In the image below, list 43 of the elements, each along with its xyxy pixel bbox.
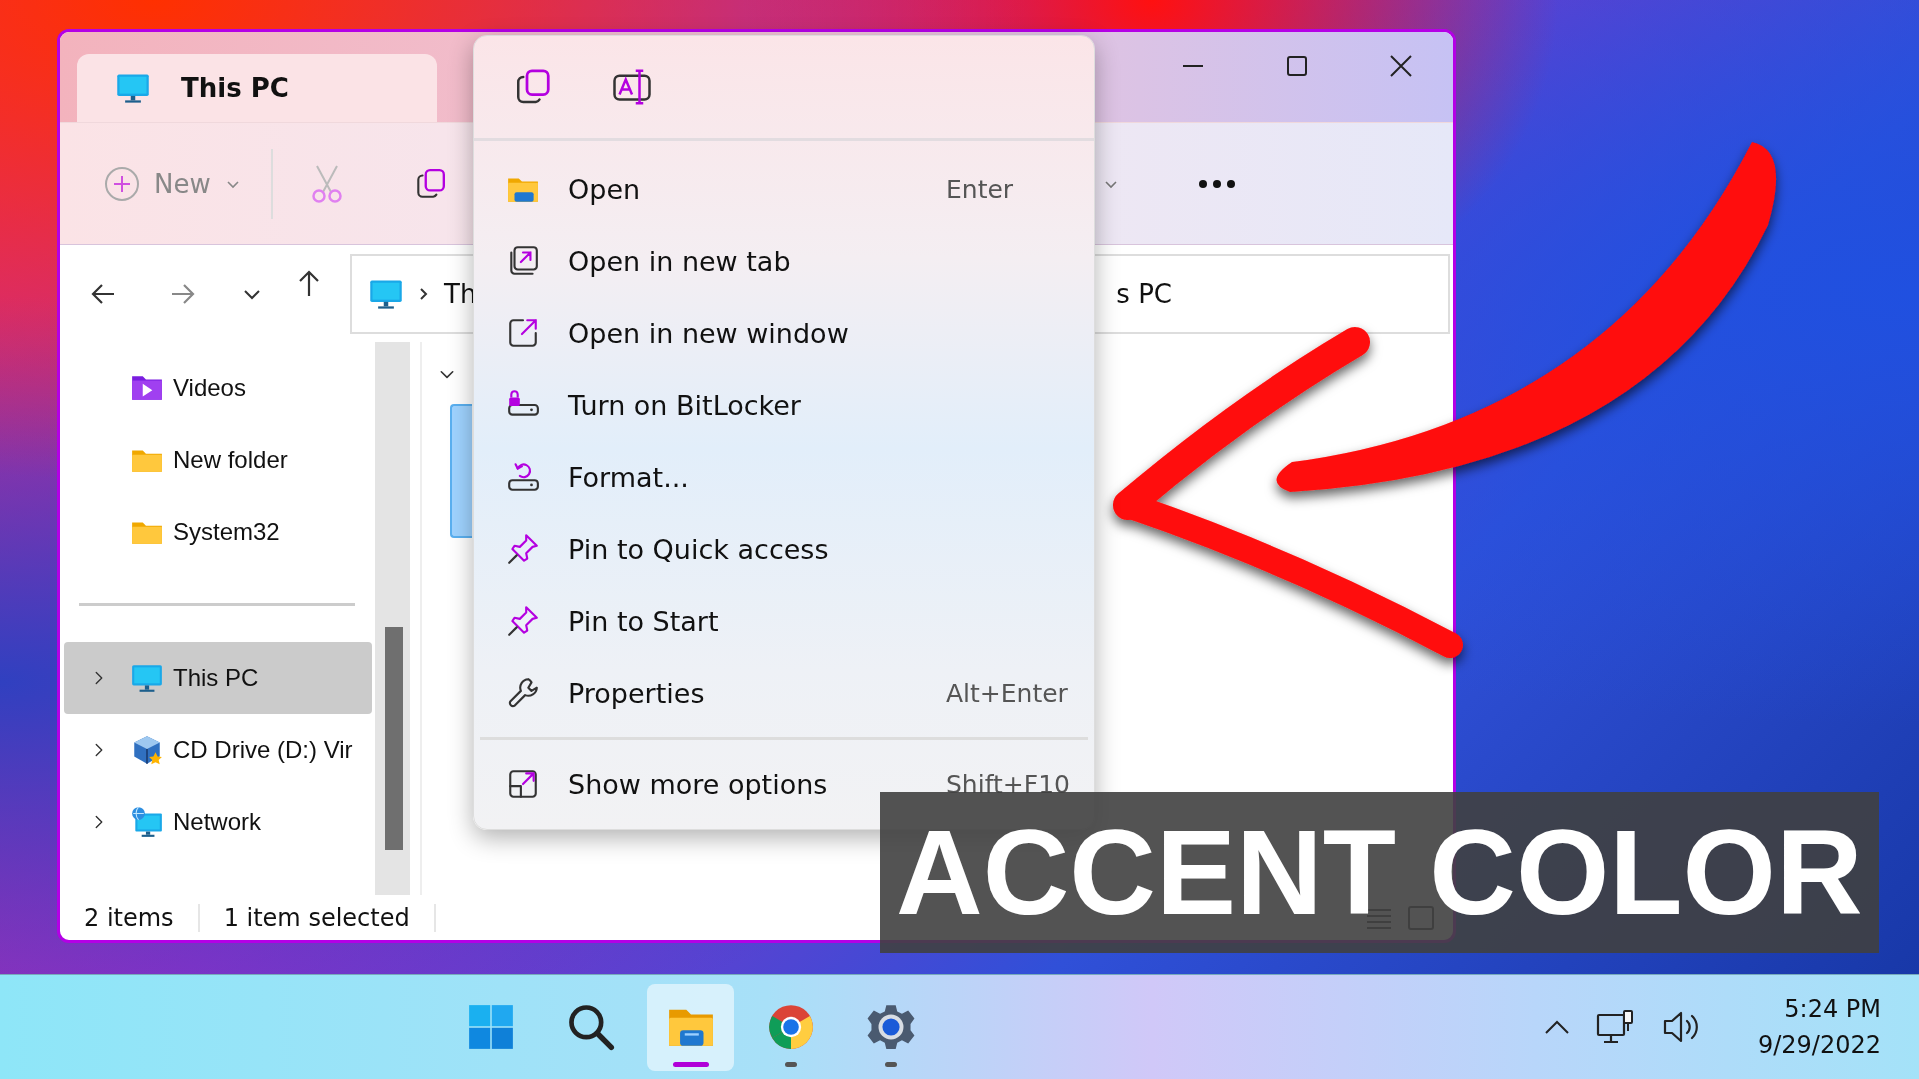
pin-icon <box>506 604 540 638</box>
chevron-icon <box>418 286 430 301</box>
clock-time[interactable]: 5:24 PM <box>1784 991 1881 1027</box>
sidebar-item[interactable]: Videos <box>64 352 372 424</box>
running-indicator <box>672 1061 709 1067</box>
menu-item[interactable]: Open Enter <box>474 153 1094 225</box>
sidebar-item[interactable]: New folder <box>64 424 372 496</box>
sidebar-item[interactable]: System32 <box>64 496 372 568</box>
shortcut-text: Alt+Enter <box>946 678 1068 708</box>
running-indicator <box>784 1061 797 1067</box>
sidebar-item[interactable]: This PC <box>64 642 372 714</box>
rename-icon <box>612 67 652 107</box>
chevron-up-icon[interactable] <box>1543 1019 1570 1035</box>
menu-item[interactable]: Open in new tab <box>474 225 1094 297</box>
menu-item[interactable]: Open in new window <box>474 297 1094 369</box>
menu-item[interactable]: Pin to Start <box>474 585 1094 657</box>
window-tab[interactable]: This PC <box>77 54 437 122</box>
wrench-icon <box>506 676 540 710</box>
breadcrumb-text: s PC <box>1116 278 1172 309</box>
pin-icon <box>506 532 540 566</box>
running-indicator <box>884 1061 897 1067</box>
plus-icon <box>104 165 140 202</box>
shortcut-text: Enter <box>946 174 1014 204</box>
expand-icon <box>506 767 540 801</box>
caption-overlay: ACCENT COLOR <box>880 792 1879 953</box>
clock-date[interactable]: 9/29/2022 <box>1757 1027 1881 1063</box>
menu-item[interactable]: Properties Alt+Enter <box>474 657 1094 729</box>
network-icon <box>130 805 164 839</box>
more-icon <box>1196 177 1237 190</box>
maximize-icon[interactable] <box>1285 54 1309 78</box>
format-drive-icon <box>506 460 540 494</box>
menu-item[interactable]: Turn on BitLocker <box>474 369 1094 441</box>
sidebar-item[interactable]: CD Drive (D:) Vir <box>64 714 372 786</box>
sidebar-item[interactable]: Network <box>64 786 372 858</box>
scrollbar-thumb[interactable] <box>385 627 403 850</box>
status-text: 1 item selected <box>222 903 411 932</box>
new-window-icon <box>506 316 540 350</box>
menu-item[interactable]: Format... <box>474 441 1094 513</box>
selected-tile[interactable] <box>450 404 472 538</box>
menu-item[interactable]: Pin to Quick access <box>474 513 1094 585</box>
close-icon[interactable] <box>1389 54 1413 78</box>
status-text: 2 items <box>83 903 175 932</box>
gear-icon <box>865 1002 916 1052</box>
